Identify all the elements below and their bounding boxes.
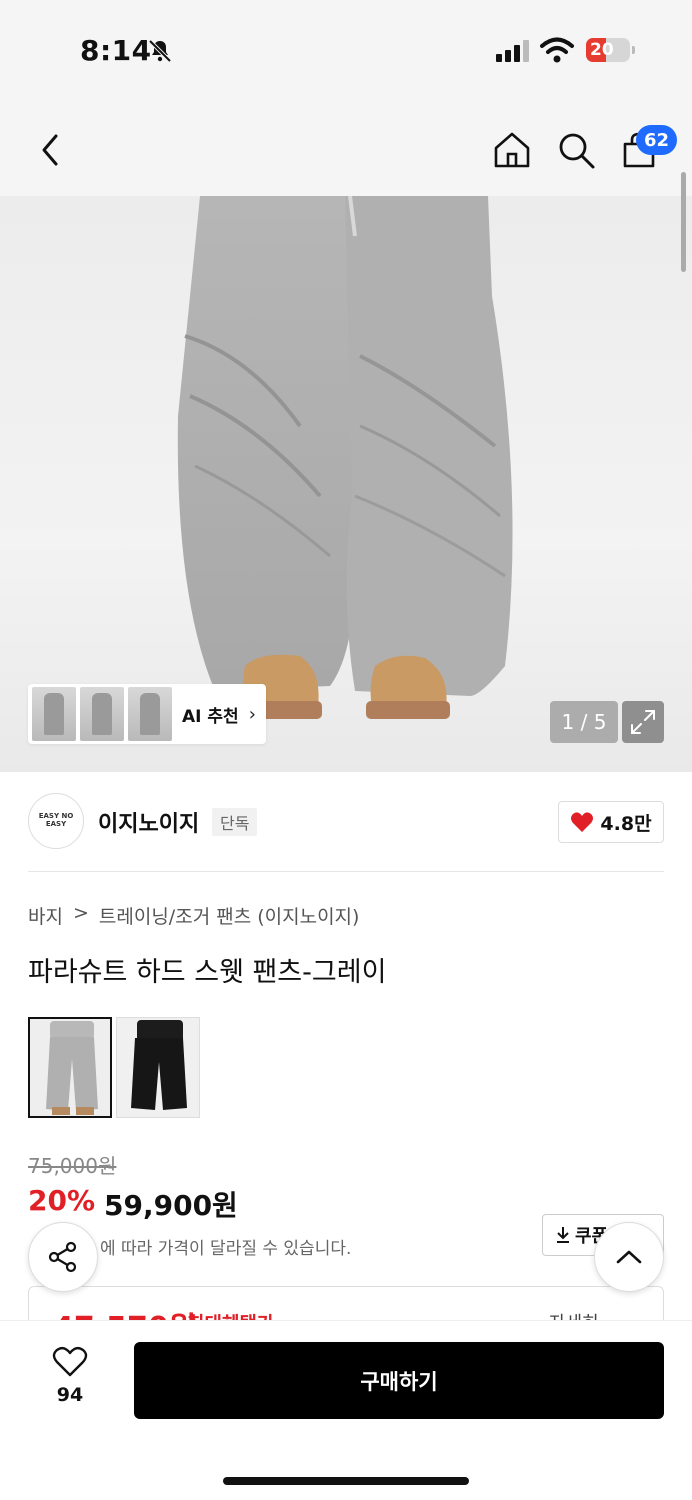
scroll-top-button[interactable] (594, 1222, 664, 1292)
exclusive-tag: 단독 (212, 808, 258, 836)
chevron-right-icon: › (248, 703, 256, 725)
expand-icon[interactable] (622, 701, 664, 743)
share-button[interactable] (28, 1222, 98, 1292)
ai-recommend-button[interactable]: AI 추천 › (28, 684, 266, 744)
search-icon[interactable] (556, 130, 596, 170)
cellular-signal-icon (496, 40, 529, 62)
top-nav (0, 100, 692, 196)
heart-outline-icon (52, 1346, 88, 1377)
breadcrumb: 바지 > 트레이닝/조거 팬츠 (이지노이지) (28, 902, 359, 929)
image-counter: 1 / 5 (550, 701, 618, 743)
chevron-up-icon (616, 1250, 642, 1264)
breadcrumb-separator: > (72, 902, 89, 924)
page-scrollbar[interactable] (681, 172, 686, 272)
breadcrumb-subcategory[interactable]: 트레이닝/조거 팬츠 (이지노이지) (99, 902, 360, 929)
ai-recommend-label: AI 추천 (182, 706, 239, 727)
heart-filled-icon (571, 812, 594, 832)
buy-button[interactable]: 구매하기 (134, 1342, 664, 1419)
ai-recommend-thumbnail (128, 687, 172, 741)
wishlist-button[interactable]: 94 (46, 1346, 94, 1406)
wifi-icon (540, 37, 574, 63)
brand-like-button[interactable]: 4.8만 (558, 801, 664, 843)
price-note: 에 따라 가격이 달라질 수 있습니다. (100, 1239, 352, 1259)
download-icon (557, 1227, 569, 1243)
color-option-gray[interactable] (28, 1017, 112, 1118)
ai-recommend-thumbnail (32, 687, 76, 741)
breadcrumb-category[interactable]: 바지 (28, 902, 63, 929)
color-option-black[interactable] (116, 1017, 200, 1118)
sale-price: 59,900원 (104, 1189, 238, 1222)
brand-logo-text: EASY NO EASY (38, 812, 74, 828)
divider (28, 871, 664, 872)
status-bar: 8:14 20 (0, 0, 692, 100)
wishlist-count: 94 (56, 1384, 84, 1406)
battery-indicator: 20 (586, 38, 635, 62)
color-thumb-gray (30, 1019, 110, 1116)
original-price: 75,000원 (28, 1154, 117, 1178)
home-indicator (223, 1477, 469, 1485)
back-arrow-icon[interactable] (36, 130, 64, 170)
ai-recommend-thumbnail (80, 687, 124, 741)
bell-muted-icon (148, 39, 172, 63)
cart-count-badge: 62 (636, 125, 678, 155)
brand-logo[interactable]: EASY NO EASY (28, 793, 84, 849)
brand-name[interactable]: 이지노이지 (98, 806, 199, 838)
product-title: 파라슈트 하드 스웻 팬츠-그레이 (28, 957, 387, 988)
share-icon (48, 1241, 77, 1273)
battery-percent: 20 (590, 40, 614, 60)
home-icon[interactable] (492, 130, 532, 170)
color-thumb-black (117, 1018, 199, 1117)
discount-rate: 20% (28, 1184, 96, 1217)
brand-like-count: 4.8만 (600, 812, 652, 835)
status-time: 8:14 (80, 34, 152, 67)
